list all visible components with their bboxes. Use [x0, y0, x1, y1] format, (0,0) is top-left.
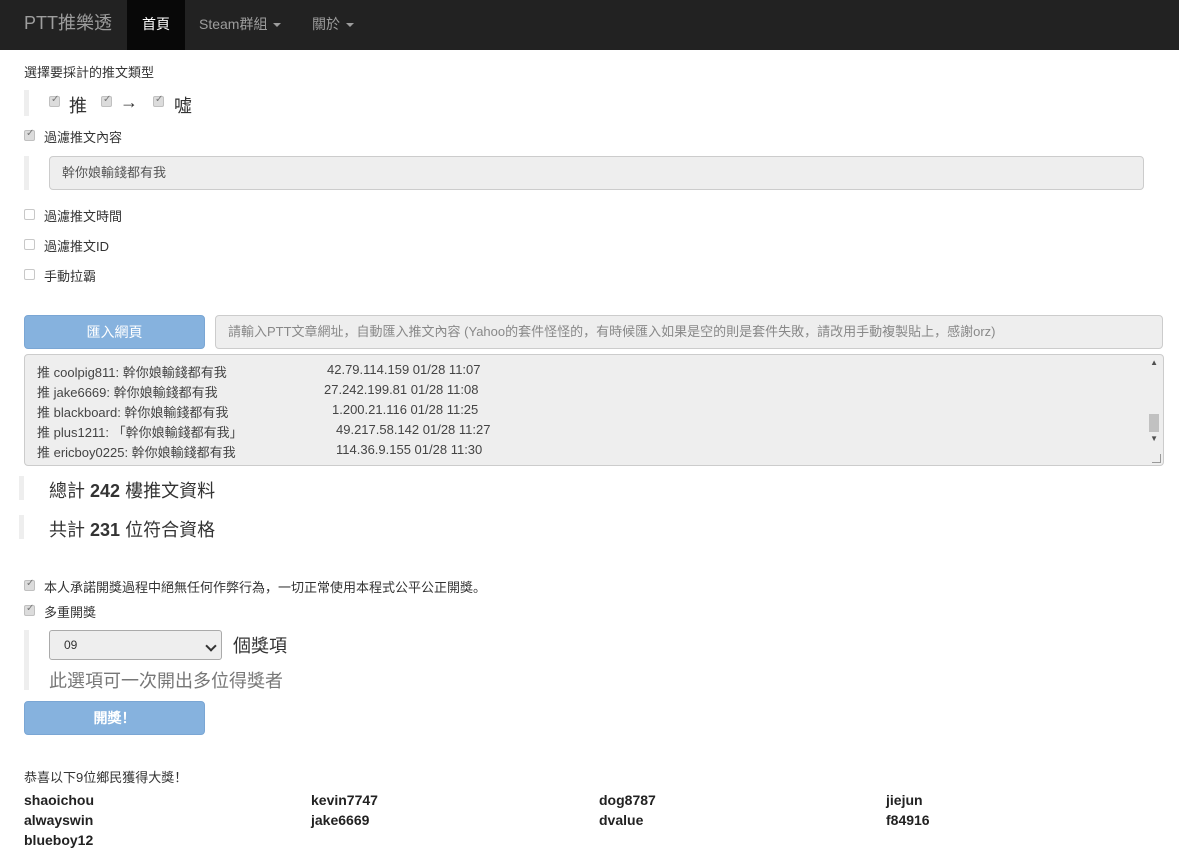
push-line: 推 ericboy0225: 幹你娘輸錢都有我: [37, 445, 236, 460]
total-count: 242: [90, 481, 121, 501]
filter-id-checkbox[interactable]: [24, 239, 35, 250]
chevron-down-icon: [205, 640, 217, 652]
boo-checkbox[interactable]: [153, 94, 164, 107]
push-meta: 49.217.58.142 01/28 11:27: [336, 422, 491, 437]
boo-label: 噓: [174, 96, 192, 116]
nav-steam-group-label: Steam群組: [199, 16, 268, 32]
multi-draw-checkbox[interactable]: [24, 603, 35, 616]
arrow-label: →: [120, 92, 138, 112]
winner-name: dog8787: [599, 792, 656, 808]
manual-filter-checkbox[interactable]: [24, 269, 35, 280]
winner-name: alwayswin: [24, 812, 94, 828]
manual-filter-label: 手動拉霸: [44, 269, 97, 284]
total-count-stat: 總計 242 樓推文資料: [49, 477, 215, 503]
winner-name: kevin7747: [311, 792, 378, 808]
filter-content-bar: [24, 156, 29, 190]
push-line: 推 jake6669: 幹你娘輸錢都有我: [37, 385, 218, 400]
filter-id-label: 過濾推文ID: [44, 239, 110, 254]
winner-name: f84916: [886, 812, 930, 828]
import-button[interactable]: 匯入網頁: [24, 315, 205, 349]
resize-handle-icon[interactable]: [1152, 454, 1161, 463]
total-prefix: 總計: [49, 481, 85, 501]
push-line: 推 coolpig811: 幹你娘輸錢都有我: [37, 365, 227, 380]
filter-time-checkbox[interactable]: [24, 209, 35, 220]
filter-content-label: 過濾推文內容: [44, 130, 123, 145]
qualified-prefix: 共計: [49, 520, 85, 540]
filter-content-checkbox[interactable]: [24, 128, 35, 141]
winner-name: shaoichou: [24, 792, 95, 808]
push-type-title: 選擇要採計的推文類型: [24, 65, 155, 80]
nav-about-label: 關於: [312, 16, 340, 32]
url-input[interactable]: 請輸入PTT文章網址，自動匯入推文內容 (Yahoo的套件怪怪的，有時候匯入如果…: [215, 315, 1163, 349]
filter-time-label: 過濾推文時間: [44, 209, 123, 224]
nav-home[interactable]: 首頁: [127, 0, 185, 50]
winner-name: dvalue: [599, 812, 644, 828]
winner-name: jiejun: [886, 792, 923, 808]
brand-logo[interactable]: PTT推樂透: [24, 0, 112, 50]
winner-name: blueboy12: [24, 832, 94, 848]
push-meta: 27.242.199.81 01/28 11:08: [324, 382, 479, 397]
prize-unit-label: 個獎項: [233, 636, 287, 656]
multi-draw-label: 多重開獎: [44, 605, 97, 620]
result-title: 恭喜以下9位鄉民獲得大獎！: [24, 770, 188, 785]
promise-checkbox[interactable]: [24, 578, 35, 591]
push-meta: 42.79.114.159 01/28 11:07: [327, 362, 481, 377]
navbar: PTT推樂透 首頁 Steam群組 關於: [0, 0, 1179, 50]
push-line: 推 blackboard: 幹你娘輸錢都有我: [37, 405, 229, 420]
nav-steam-group[interactable]: Steam群組: [199, 0, 282, 50]
prize-count-select[interactable]: 09: [49, 630, 222, 660]
filter-content-input[interactable]: 幹你娘輸錢都有我: [49, 156, 1144, 190]
winner-name: jake6669: [311, 812, 370, 828]
multi-draw-hint: 此選項可一次開出多位得獎者: [49, 671, 283, 691]
qualified-suffix: 位符合資格: [125, 520, 216, 540]
stat-total-bar: [19, 476, 24, 500]
draw-button[interactable]: 開獎！: [24, 701, 205, 735]
multi-draw-bar: [24, 630, 29, 690]
total-suffix: 樓推文資料: [125, 481, 216, 501]
caret-down-icon: [273, 23, 282, 28]
qualified-count-stat: 共計 231 位符合資格: [49, 516, 215, 542]
push-line: 推 plus1211: 「幹你娘輸錢都有我」: [37, 425, 243, 440]
caret-down-icon: [346, 23, 354, 28]
nav-about[interactable]: 關於: [312, 0, 354, 50]
push-type-bar: [24, 90, 29, 116]
qualified-count: 231: [90, 520, 121, 540]
push-label: 推: [69, 96, 87, 116]
promise-label: 本人承諾開獎過程中絕無任何作弊行為，一切正常使用本程式公平公正開獎。: [44, 580, 487, 595]
push-meta: 114.36.9.155 01/28 11:30: [336, 442, 483, 457]
scroll-down-icon[interactable]: ▼: [1150, 434, 1158, 443]
prize-count-value: 09: [64, 638, 78, 652]
scrollbar-thumb[interactable]: [1149, 414, 1159, 432]
scroll-up-icon[interactable]: ▲: [1150, 358, 1158, 367]
push-checkbox[interactable]: [49, 94, 60, 107]
scrollbar[interactable]: ▲ ▼: [1148, 356, 1162, 464]
push-meta: 1.200.21.116 01/28 11:25: [332, 402, 479, 417]
push-list-textarea[interactable]: 推 coolpig811: 幹你娘輸錢都有我 42.79.114.159 01/…: [24, 354, 1164, 466]
arrow-checkbox[interactable]: [101, 94, 112, 107]
stat-qualified-bar: [19, 515, 24, 539]
